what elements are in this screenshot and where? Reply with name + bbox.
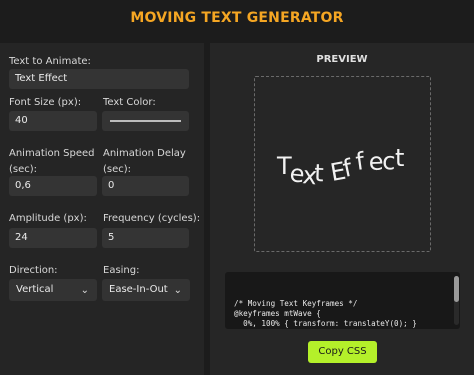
font-size-label: Font Size (px): — [9, 97, 82, 108]
speed-label-line1: Animation Speed — [9, 148, 95, 159]
easing-label: Easing: — [103, 265, 140, 276]
frequency-label: Frequency (cycles): — [103, 213, 201, 224]
chevron-down-icon: ⌄ — [80, 285, 89, 296]
code-line: 0%, 100% { transform: translateY(0); } — [234, 319, 417, 328]
css-code-output[interactable]: /* Moving Text Keyframes */@keyframes mt… — [225, 272, 460, 329]
text-input[interactable]: Text Effect — [9, 69, 189, 89]
delay-label-line2: (sec): — [103, 164, 132, 175]
font-size-input[interactable]: 40 — [9, 111, 97, 131]
amplitude-input[interactable]: 24 — [9, 228, 97, 248]
code-line: /* Moving Text Keyframes */ — [234, 299, 358, 308]
delay-label: Animation Delay (sec): — [103, 147, 186, 176]
delay-label-line1: Animation Delay — [103, 148, 186, 159]
text-color-picker[interactable] — [102, 111, 189, 131]
text-input-label: Text to Animate: — [9, 56, 91, 67]
direction-select[interactable]: Vertical ⌄ — [9, 279, 97, 301]
wave-text-preview: Text Ef f ec t — [276, 144, 404, 190]
preview-canvas: TextEffect — [254, 76, 431, 252]
speed-label: Animation Speed (sec): — [9, 147, 95, 176]
frequency-input[interactable]: 5 — [102, 228, 189, 248]
easing-value: Ease-In-Out — [109, 284, 168, 295]
preview-letter: t — [395, 144, 404, 172]
color-swatch — [110, 120, 181, 122]
direction-label: Direction: — [9, 265, 58, 276]
speed-label-line2: (sec): — [9, 164, 38, 175]
code-scrollbar-thumb[interactable] — [454, 276, 459, 302]
amplitude-label: Amplitude (px): — [9, 213, 87, 224]
chevron-down-icon: ⌄ — [173, 285, 182, 296]
text-color-label: Text Color: — [103, 97, 156, 108]
settings-panel — [0, 43, 204, 375]
preview-letter: f — [354, 147, 367, 176]
preview-heading: PREVIEW — [316, 54, 368, 65]
direction-value: Vertical — [16, 284, 54, 295]
copy-css-button[interactable]: Copy CSS — [308, 341, 377, 363]
speed-input[interactable]: 0,6 — [9, 176, 97, 196]
app-title: MOVING TEXT GENERATOR — [130, 10, 344, 26]
code-line: @keyframes mtWave { — [234, 309, 321, 318]
preview-letter: t — [314, 159, 324, 187]
preview-letter: c — [382, 147, 396, 175]
delay-input[interactable]: 0 — [102, 176, 189, 196]
easing-select[interactable]: Ease-In-Out ⌄ — [102, 279, 190, 301]
